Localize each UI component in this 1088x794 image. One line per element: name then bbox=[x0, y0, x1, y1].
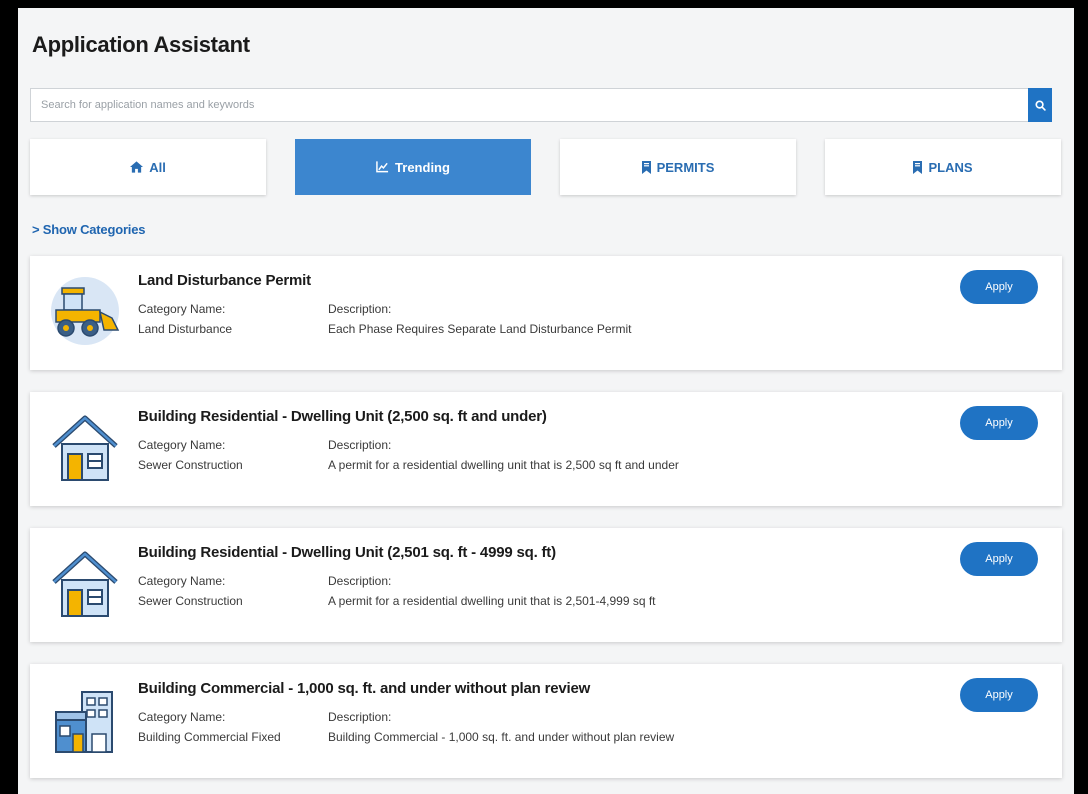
commercial-building-icon bbox=[48, 682, 122, 756]
category-value: Sewer Construction bbox=[138, 458, 243, 472]
application-card: Building Commercial - 1,000 sq. ft. and … bbox=[30, 664, 1062, 778]
tab-permits[interactable]: PERMITS bbox=[560, 139, 796, 195]
application-card: Building Residential - Dwelling Unit (2,… bbox=[30, 528, 1062, 642]
show-categories-link[interactable]: > Show Categories bbox=[32, 222, 145, 237]
application-card: Building Residential - Dwelling Unit (2,… bbox=[30, 392, 1062, 506]
apply-button[interactable]: Apply bbox=[960, 542, 1038, 576]
category-label: Category Name: bbox=[138, 302, 226, 316]
description-value: Building Commercial - 1,000 sq. ft. and … bbox=[328, 730, 675, 744]
category-label: Category Name: bbox=[138, 438, 226, 452]
application-assistant-panel: Application Assistant All Trending PERMI… bbox=[18, 8, 1074, 794]
description-label: Description: bbox=[328, 302, 392, 316]
category-label: Category Name: bbox=[138, 710, 226, 724]
tab-plans[interactable]: PLANS bbox=[825, 139, 1061, 195]
category-value: Building Commercial Fixed bbox=[138, 730, 281, 744]
application-title: Land Disturbance Permit bbox=[138, 272, 311, 289]
page-title: Application Assistant bbox=[32, 32, 250, 57]
search-bar bbox=[30, 88, 1052, 122]
category-label: Category Name: bbox=[138, 574, 226, 588]
description-label: Description: bbox=[328, 710, 392, 724]
bookmark-icon bbox=[913, 160, 923, 174]
home-icon bbox=[130, 161, 144, 173]
application-title: Building Residential - Dwelling Unit (2,… bbox=[138, 408, 547, 425]
description-value: A permit for a residential dwelling unit… bbox=[328, 594, 656, 608]
search-button[interactable] bbox=[1028, 88, 1052, 122]
description-value: A permit for a residential dwelling unit… bbox=[328, 458, 679, 472]
apply-button[interactable]: Apply bbox=[960, 406, 1038, 440]
tab-all[interactable]: All bbox=[30, 139, 266, 195]
application-title: Building Residential - Dwelling Unit (2,… bbox=[138, 544, 556, 561]
tab-label: PLANS bbox=[928, 159, 973, 175]
tab-trending[interactable]: Trending bbox=[295, 139, 531, 195]
search-icon bbox=[1034, 99, 1046, 111]
house-icon bbox=[48, 410, 122, 484]
tab-label: Trending bbox=[395, 159, 450, 175]
search-input[interactable] bbox=[31, 89, 1021, 121]
tab-label: All bbox=[149, 159, 166, 175]
category-value: Land Disturbance bbox=[138, 322, 233, 336]
apply-button[interactable]: Apply bbox=[960, 270, 1038, 304]
application-title: Building Commercial - 1,000 sq. ft. and … bbox=[138, 680, 591, 697]
house-icon bbox=[48, 546, 122, 620]
trending-chart-icon bbox=[376, 161, 389, 173]
description-value: Each Phase Requires Separate Land Distur… bbox=[328, 322, 632, 336]
tab-label: PERMITS bbox=[656, 159, 715, 175]
bulldozer-icon bbox=[48, 274, 122, 348]
bookmark-icon bbox=[641, 160, 651, 174]
description-label: Description: bbox=[328, 438, 392, 452]
application-card: Land Disturbance Permit Category Name: D… bbox=[30, 256, 1062, 370]
apply-button[interactable]: Apply bbox=[960, 678, 1038, 712]
description-label: Description: bbox=[328, 574, 392, 588]
category-value: Sewer Construction bbox=[138, 594, 243, 608]
